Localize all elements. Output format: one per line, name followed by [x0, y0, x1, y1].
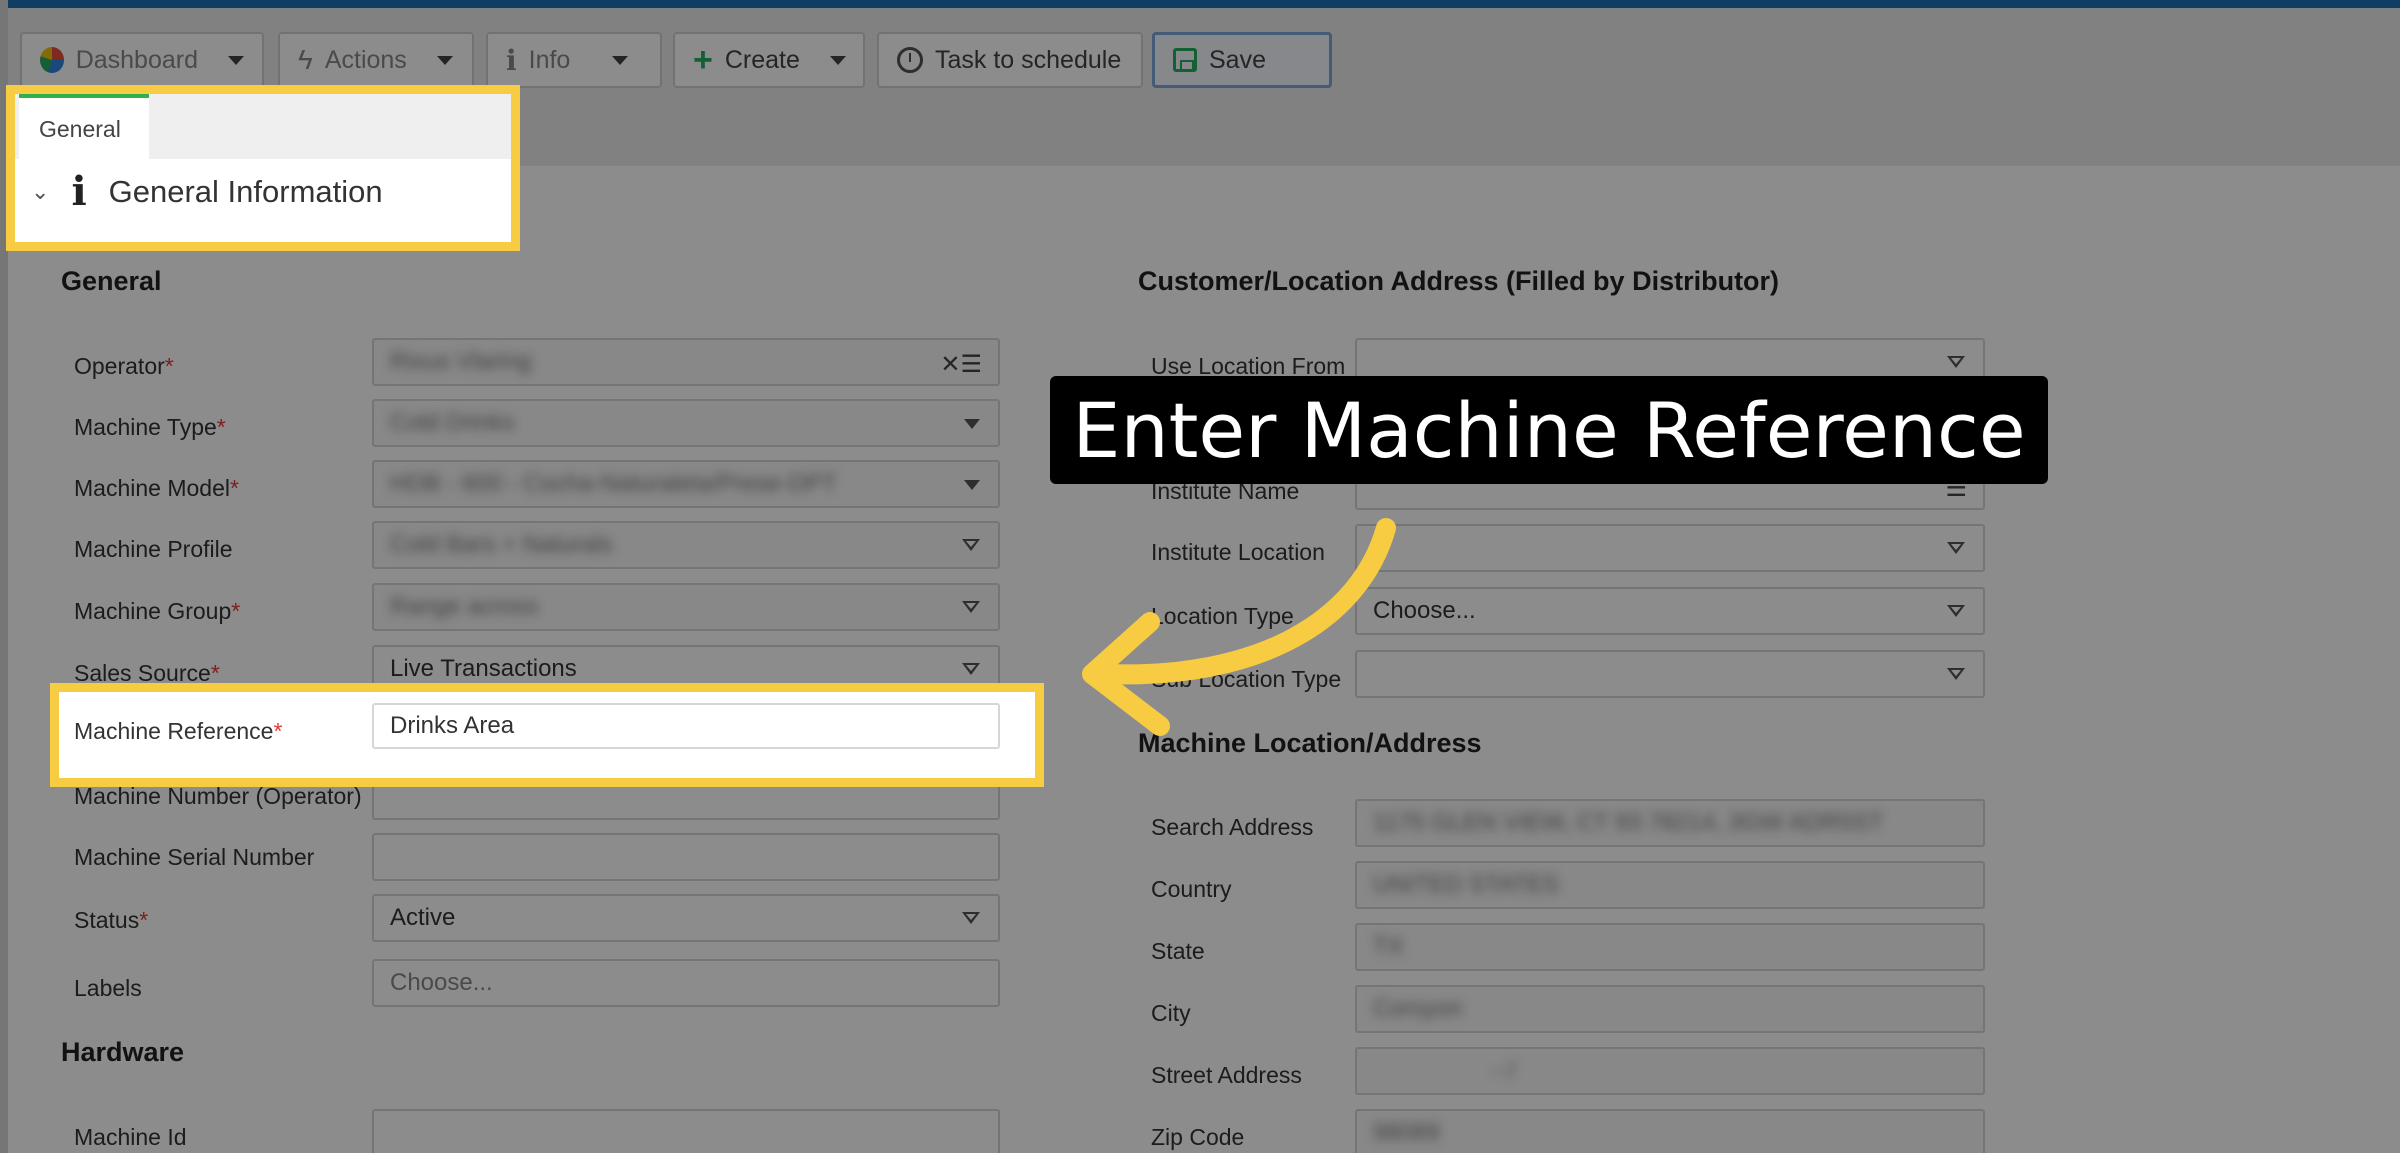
callout-arrow-icon	[1082, 518, 1396, 736]
